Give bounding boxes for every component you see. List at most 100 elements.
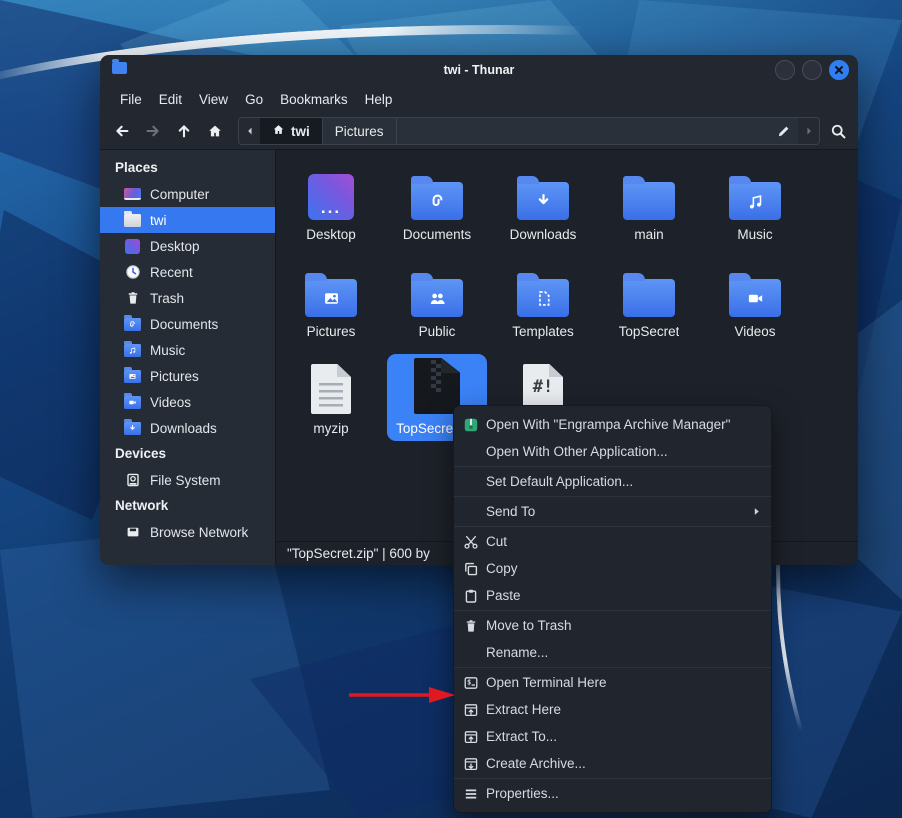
home-button[interactable] (201, 117, 229, 145)
menu-item-properties[interactable]: Properties... (454, 780, 771, 807)
menubar: File Edit View Go Bookmarks Help (100, 85, 858, 113)
file-topsecret[interactable]: TopSecret (596, 257, 702, 354)
copy-icon (462, 560, 479, 577)
sidebar-item-browse-network[interactable]: Browse Network (100, 519, 275, 545)
sidebar-item-twi[interactable]: twi (100, 207, 275, 233)
folder-music-icon (124, 342, 141, 359)
file-label: main (634, 227, 663, 242)
back-button[interactable] (108, 117, 136, 145)
window-title: twi - Thunar (100, 55, 858, 85)
menu-item-paste[interactable]: Paste (454, 582, 771, 609)
menu-separator (454, 496, 771, 497)
menu-item-extract-to[interactable]: Extract To... (454, 723, 771, 750)
no-icon (462, 443, 479, 460)
cut-icon (462, 533, 479, 550)
menu-separator (454, 610, 771, 611)
folder-documents-icon (124, 316, 141, 333)
sidebar-item-recent[interactable]: Recent (100, 259, 275, 285)
no-icon (462, 473, 479, 490)
folder-videos-icon (124, 394, 141, 411)
menu-bookmarks[interactable]: Bookmarks (280, 92, 348, 107)
file-templates[interactable]: Templates (490, 257, 596, 354)
file-label: Documents (403, 227, 471, 242)
menu-separator (454, 667, 771, 668)
menu-item-create-archive[interactable]: Create Archive... (454, 750, 771, 777)
folder-videos-icon (729, 257, 781, 317)
sidebar-item-videos[interactable]: Videos (100, 389, 275, 415)
menu-separator (454, 466, 771, 467)
drive-icon (124, 472, 141, 489)
edit-path-button[interactable] (768, 118, 798, 144)
sidebar-item-music[interactable]: Music (100, 337, 275, 363)
sidebar-item-trash[interactable]: Trash (100, 285, 275, 311)
file-main[interactable]: main (596, 160, 702, 257)
menu-item-move-to-trash[interactable]: Move to Trash (454, 612, 771, 639)
file-zip-icon (414, 354, 460, 414)
desktop-icon (308, 160, 354, 220)
path-entry-area[interactable] (397, 118, 768, 144)
menu-item-send-to[interactable]: Send To (454, 498, 771, 525)
minimize-button[interactable] (775, 60, 795, 80)
folder-home-icon (124, 212, 141, 229)
menu-separator (454, 526, 771, 527)
context-menu: Open With "Engrampa Archive Manager"Open… (453, 405, 772, 813)
file-label: Videos (734, 324, 775, 339)
engrampa-icon (462, 416, 479, 433)
menu-file[interactable]: File (120, 92, 142, 107)
folder-templates-icon (517, 257, 569, 317)
titlebar[interactable]: twi - Thunar (100, 55, 858, 85)
menu-go[interactable]: Go (245, 92, 263, 107)
file-downloads[interactable]: Downloads (490, 160, 596, 257)
paste-icon (462, 587, 479, 604)
submenu-arrow-icon (752, 504, 761, 519)
file-public[interactable]: Public (384, 257, 490, 354)
file-label: Desktop (306, 227, 356, 242)
window-controls (775, 60, 849, 80)
folder-music-icon (729, 160, 781, 220)
sidebar-item-computer[interactable]: Computer (100, 181, 275, 207)
sidebar-item-pictures[interactable]: Pictures (100, 363, 275, 389)
menu-item-cut[interactable]: Cut (454, 528, 771, 555)
statusbar-text: "TopSecret.zip" | 600 by (287, 546, 430, 561)
folder-pictures-icon (305, 257, 357, 317)
menu-view[interactable]: View (199, 92, 228, 107)
folder-icon (623, 160, 675, 220)
file-documents[interactable]: Documents (384, 160, 490, 257)
menu-edit[interactable]: Edit (159, 92, 182, 107)
menu-help[interactable]: Help (365, 92, 393, 107)
desktop-mini-icon (124, 238, 141, 255)
search-button[interactable] (824, 117, 852, 145)
trash-icon (462, 617, 479, 634)
file-label: myzip (313, 421, 348, 436)
forward-button[interactable] (139, 117, 167, 145)
path-segment-pictures[interactable]: Pictures (323, 118, 397, 144)
sidebar-item-file-system[interactable]: File System (100, 467, 275, 493)
file-music[interactable]: Music (702, 160, 808, 257)
menu-item-extract-here[interactable]: Extract Here (454, 696, 771, 723)
sidebar: PlacesComputertwiDesktopRecentTrashDocum… (100, 150, 276, 565)
file-pictures[interactable]: Pictures (278, 257, 384, 354)
close-button[interactable] (829, 60, 849, 80)
menu-item-set-default-application[interactable]: Set Default Application... (454, 468, 771, 495)
menu-item-copy[interactable]: Copy (454, 555, 771, 582)
sidebar-item-downloads[interactable]: Downloads (100, 415, 275, 441)
menu-separator (454, 778, 771, 779)
maximize-button[interactable] (802, 60, 822, 80)
file-desktop[interactable]: Desktop (278, 160, 384, 257)
sidebar-item-documents[interactable]: Documents (100, 311, 275, 337)
properties-icon (462, 785, 479, 802)
file-myzip[interactable]: myzip (278, 354, 384, 451)
file-videos[interactable]: Videos (702, 257, 808, 354)
path-segment-twi[interactable]: twi (260, 118, 323, 144)
path-scroll-left-button[interactable] (239, 118, 260, 144)
sidebar-item-desktop[interactable]: Desktop (100, 233, 275, 259)
folder-downloads-icon (124, 420, 141, 437)
menu-item-open-with-engrampa-archive-manager[interactable]: Open With "Engrampa Archive Manager" (454, 411, 771, 438)
file-label: Downloads (510, 227, 577, 242)
menu-item-rename[interactable]: Rename... (454, 639, 771, 666)
path-scroll-right-button[interactable] (798, 118, 819, 144)
up-button[interactable] (170, 117, 198, 145)
file-label: Public (419, 324, 456, 339)
menu-item-open-terminal-here[interactable]: $Open Terminal Here (454, 669, 771, 696)
menu-item-open-with-other-application[interactable]: Open With Other Application... (454, 438, 771, 465)
